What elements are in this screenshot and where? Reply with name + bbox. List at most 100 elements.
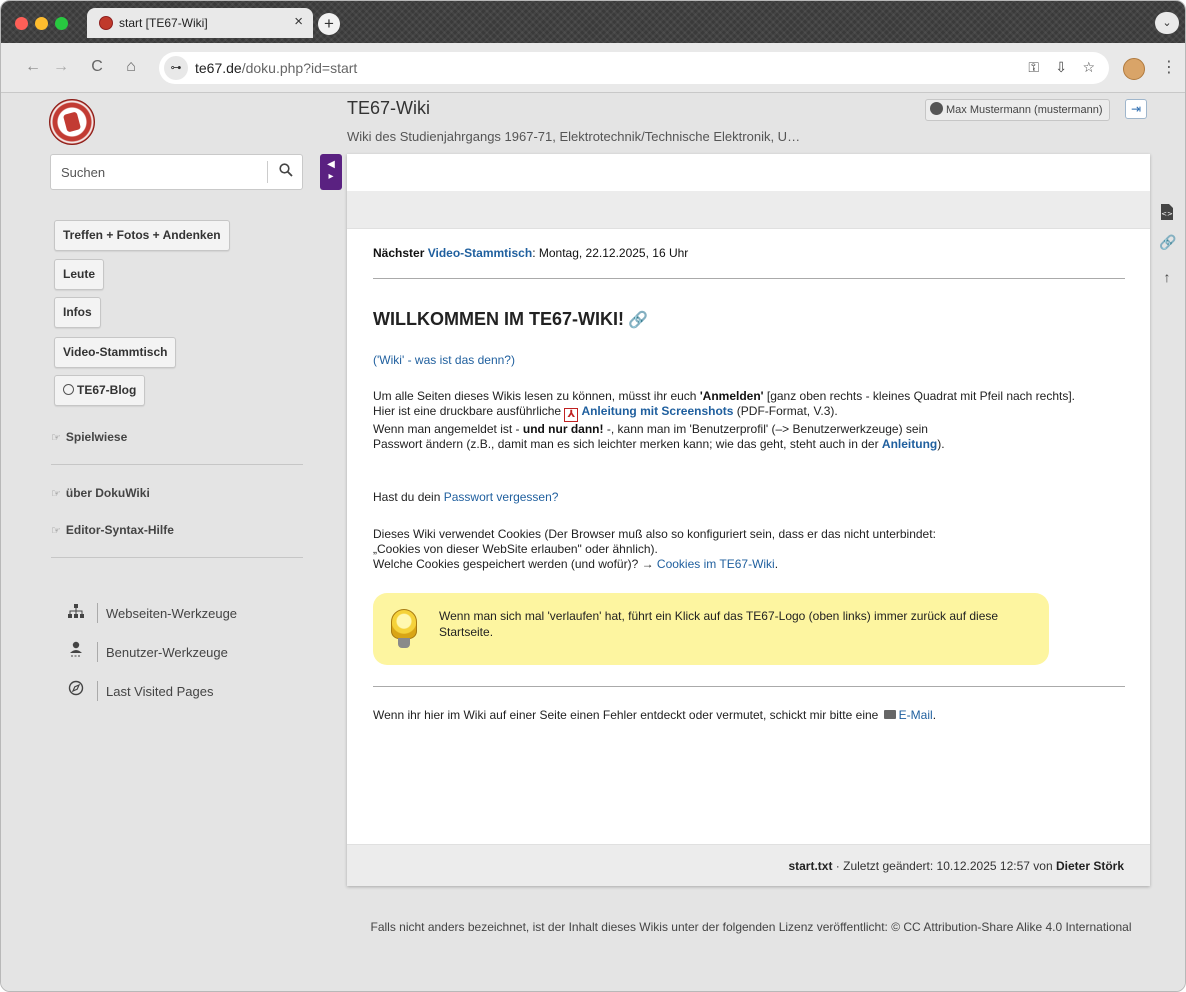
nav-button-video-stammtisch[interactable]: Video-Stammtisch <box>54 337 177 368</box>
user-badge[interactable]: Max Mustermann (mustermann) <box>925 99 1110 121</box>
favicon-icon <box>99 16 113 30</box>
next-meeting-date: : Montag, 22.12.2025, 16 Uhr <box>532 246 689 260</box>
tip-text: Wenn man sich mal 'verlaufen' hat, führt… <box>439 609 999 639</box>
profile-avatar[interactable] <box>1123 58 1145 80</box>
tool-label: Last Visited Pages <box>106 684 214 699</box>
p2-text-rest: (PDF-Format, V.3). <box>733 404 838 418</box>
pointing-hand-icon: ☞ <box>51 488 61 500</box>
site-title[interactable]: TE67-Wiki <box>347 98 430 119</box>
key-icon[interactable]: ⚿ <box>1028 59 1039 76</box>
p1-text-rest: [ganz oben rechts - kleines Quadrat mit … <box>763 389 1076 403</box>
browser-menu-icon[interactable]: ⋮ <box>1161 57 1177 77</box>
wiki-intro-line: ('Wiki' - was ist das denn?) <box>373 353 1125 368</box>
password-line: Hast du dein Passwort vergessen? <box>373 490 1125 505</box>
cookie-paragraph: Dieses Wiki verwendet Cookies (Der Brows… <box>373 527 1125 572</box>
install-icon[interactable]: ⇩ <box>1055 59 1067 76</box>
email-link[interactable]: E-Mail <box>899 708 933 722</box>
browser-tab[interactable]: start [TE67-Wiki] × <box>87 8 313 38</box>
pointing-hand-icon: ☞ <box>51 432 61 444</box>
mail-text-end: . <box>932 708 937 722</box>
reload-icon[interactable]: C <box>87 58 107 76</box>
content-divider <box>373 278 1125 279</box>
wiki-info-link[interactable]: ('Wiki' - was ist das denn?) <box>373 353 515 367</box>
minimize-window-button[interactable] <box>35 17 48 30</box>
tab-title: start [TE67-Wiki] <box>119 16 208 30</box>
search-icon[interactable] <box>273 161 299 183</box>
sidebar-link-label: Spielwiese <box>65 430 128 444</box>
content-divider <box>373 686 1125 687</box>
p3-text: Wenn man angemeldet ist - <box>373 422 523 436</box>
site-tools-menu[interactable]: Webseiten-Werkzeuge <box>67 603 237 623</box>
close-window-button[interactable] <box>15 17 28 30</box>
sidebar-divider <box>51 464 303 465</box>
back-to-top-icon[interactable]: ↑ <box>1159 269 1175 285</box>
sidebar-link-spielwiese[interactable]: ☞ Spielwiese <box>51 430 127 444</box>
mail-icon <box>883 710 896 719</box>
link-anchor-icon[interactable]: 🔗 <box>628 312 648 329</box>
pdf-icon: ⅄ <box>564 408 579 422</box>
p3-text-rest: -, kann man im 'Benutzerprofil' (–> Benu… <box>603 422 928 436</box>
search-divider <box>267 161 268 183</box>
sidebar-toggle-button[interactable]: ◀ ▸ <box>320 154 342 190</box>
show-source-icon[interactable]: <> <box>1159 204 1175 223</box>
cookie-text-3: Welche Cookies gespeichert werden (und w… <box>373 557 657 571</box>
last-visited-menu[interactable]: Last Visited Pages <box>67 680 214 701</box>
heading-text: WILLKOMMEN IM TE67-WIKI! <box>373 309 624 329</box>
tab-close-icon[interactable]: × <box>294 13 303 30</box>
home-icon[interactable]: ⌂ <box>121 58 141 76</box>
tool-separator <box>97 642 98 662</box>
lightbulb-icon <box>391 609 417 639</box>
nav-button-label: TE67-Blog <box>77 383 137 397</box>
sitemap-icon <box>67 604 85 621</box>
anleitung-pdf-link[interactable]: Anleitung mit Screenshots <box>581 404 733 418</box>
search-box <box>50 154 303 190</box>
video-stammtisch-link[interactable]: Video-Stammtisch <box>428 246 532 260</box>
bookmark-star-icon[interactable]: ☆ <box>1082 59 1095 76</box>
p2-text: Hier ist eine druckbare ausführliche <box>373 404 565 418</box>
sidebar-link-editor-syntax[interactable]: ☞ Editor-Syntax-Hilfe <box>51 523 174 537</box>
forward-icon[interactable]: → <box>51 58 71 76</box>
backlinks-icon[interactable]: 🔗 <box>1159 234 1176 251</box>
nav-button-te67-blog[interactable]: TE67-Blog <box>54 375 146 406</box>
sidebar-link-ueber-dokuwiki[interactable]: ☞ über DokuWiki <box>51 486 150 500</box>
cookies-link[interactable]: Cookies im TE67-Wiki <box>657 557 775 571</box>
search-input[interactable] <box>51 155 267 189</box>
site-tagline: Wiki des Studienjahrgangs 1967-71, Elekt… <box>347 129 801 144</box>
last-modified-author: Dieter Störk <box>1055 859 1124 873</box>
nav-button-infos[interactable]: Infos <box>54 297 101 328</box>
p1-text: Um alle Seiten dieses Wikis lesen zu kön… <box>373 389 700 403</box>
content-panel: Nächster Video-Stammtisch: Montag, 22.12… <box>347 154 1150 886</box>
url-text[interactable]: te67.de/doku.php?id=start <box>195 60 357 76</box>
tab-search-button[interactable]: ⌄ <box>1155 12 1179 34</box>
anleitung-link[interactable]: Anleitung <box>882 437 937 451</box>
browser-window: start [TE67-Wiki] × + ⌄ ← → C ⌂ ⊶ te67.d… <box>0 0 1186 992</box>
pointing-hand-icon: ☞ <box>51 525 61 537</box>
next-meeting-line: Nächster Video-Stammtisch: Montag, 22.12… <box>373 246 1125 261</box>
tool-separator <box>97 603 98 623</box>
email-line: Wenn ihr hier im Wiki auf einer Seite ei… <box>373 708 1125 723</box>
back-icon[interactable]: ← <box>23 58 43 76</box>
user-tools-menu[interactable]: Benutzer-Werkzeuge <box>67 641 228 662</box>
address-bar[interactable]: ⊶ te67.de/doku.php?id=start ⚿ ⇩ ☆ <box>159 52 1109 84</box>
p1-anmelden: 'Anmelden' <box>699 389 764 403</box>
zoom-window-button[interactable] <box>55 17 68 30</box>
user-name: Max Mustermann (mustermann) <box>946 104 1103 116</box>
te67-logo[interactable] <box>49 99 95 145</box>
p4-text-rest: ). <box>937 437 945 451</box>
nav-button-treffen[interactable]: Treffen + Fotos + Andenken <box>54 220 230 251</box>
url-host: te67.de <box>195 60 242 76</box>
cookie-text-end: . <box>774 557 779 571</box>
p4-text: Passwort ändern (z.B., damit man es sich… <box>373 437 882 451</box>
password-forgotten-link[interactable]: Passwort vergessen? <box>444 490 559 504</box>
site-info-icon[interactable]: ⊶ <box>164 56 188 80</box>
content-footer: start.txt · Zuletzt geändert: 10.12.2025… <box>347 844 1150 886</box>
user-icon <box>930 102 943 115</box>
user-tools-icon <box>67 641 85 660</box>
globe-icon <box>63 384 74 395</box>
logout-button[interactable]: ⇥ <box>1125 99 1147 119</box>
cookie-text-1: Dieses Wiki verwendet Cookies (Der Brows… <box>373 527 936 541</box>
nav-button-leute[interactable]: Leute <box>54 259 105 290</box>
url-path: /doku.php?id=start <box>241 60 358 76</box>
new-tab-button[interactable]: + <box>318 13 340 35</box>
sidebar-link-label: Editor-Syntax-Hilfe <box>65 523 174 537</box>
